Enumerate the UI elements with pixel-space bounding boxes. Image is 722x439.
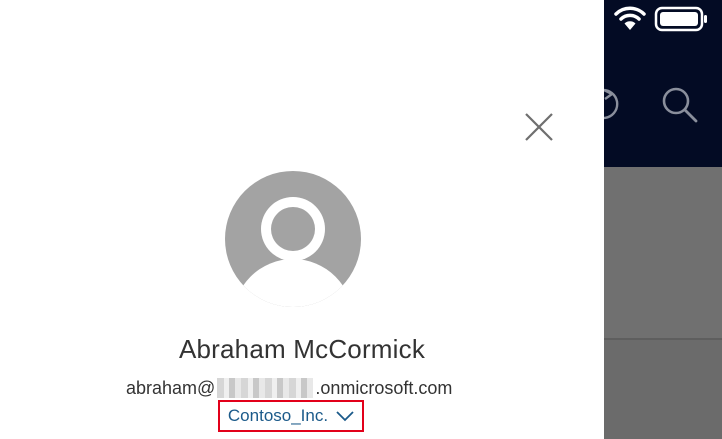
battery-icon xyxy=(654,6,707,32)
app-header xyxy=(595,0,722,167)
wifi-icon xyxy=(614,6,646,30)
app-content-row xyxy=(604,167,722,417)
app-content-row xyxy=(604,340,722,439)
account-email: abraham@ .onmicrosoft.com xyxy=(126,376,452,400)
close-icon xyxy=(525,113,553,141)
chevron-down-icon xyxy=(336,411,354,422)
background-app xyxy=(595,0,722,439)
avatar xyxy=(225,171,361,307)
organization-label: Contoso_Inc. xyxy=(227,406,329,425)
account-panel: Abraham McCormick abraham@ .onmicrosoft.… xyxy=(0,0,604,439)
email-prefix: abraham@ xyxy=(126,377,216,398)
close-button[interactable] xyxy=(520,108,558,146)
search-icon[interactable] xyxy=(660,85,700,125)
email-redacted-block xyxy=(217,378,314,398)
email-suffix: .onmicrosoft.com xyxy=(315,377,453,398)
organization-selector[interactable]: Contoso_Inc. xyxy=(218,400,364,432)
account-name: Abraham McCormick xyxy=(178,334,426,364)
person-placeholder-icon xyxy=(234,197,352,307)
